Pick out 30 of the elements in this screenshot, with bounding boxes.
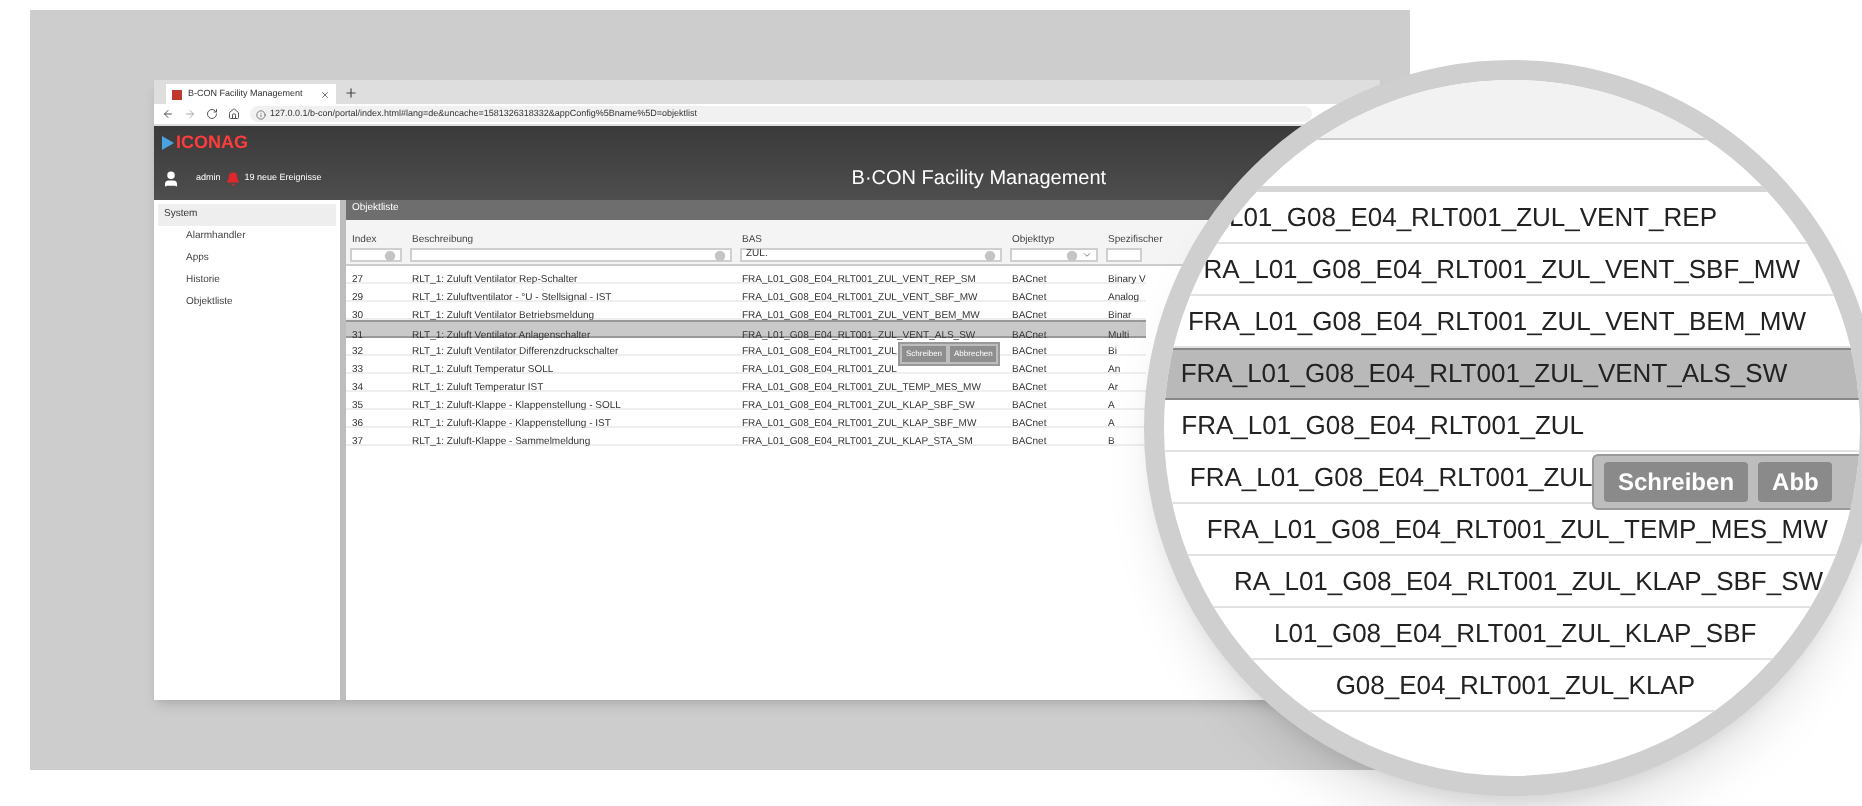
filter-field[interactable] bbox=[1106, 248, 1142, 262]
magnified-text: FRA_L01_G08_E04_RLT001_ZUL_VENT_ALS_SW bbox=[1180, 356, 1788, 393]
reload-icon[interactable] bbox=[206, 108, 218, 120]
app-title: B·CON Facility Management bbox=[851, 166, 1107, 194]
filter-dropdown[interactable] bbox=[1010, 248, 1098, 262]
new-tab-icon[interactable] bbox=[344, 86, 358, 100]
magnified-text: FRA_L01_G08_E04_RLT001_ZUL bbox=[1181, 407, 1585, 444]
favicon-icon bbox=[172, 89, 182, 99]
chevron-down-icon bbox=[1082, 250, 1092, 260]
back-icon[interactable] bbox=[162, 108, 174, 120]
logo-icon bbox=[162, 135, 174, 149]
info-icon bbox=[256, 109, 266, 119]
filter-field[interactable] bbox=[350, 248, 402, 262]
magnified-text: G08_E04_RLT001_ZUL_KLAP bbox=[1335, 667, 1696, 704]
magnified-text: L01_G08_E04_RLT001_ZUL_KLAP_SBF bbox=[1274, 615, 1757, 652]
magnified-text: FRA_L01_G08_E04_RLT001_ZUL_VENT_BEM_MW bbox=[1187, 303, 1806, 340]
clear-icon[interactable] bbox=[714, 249, 726, 261]
user-icon bbox=[162, 170, 180, 188]
magnified-text: FRA_L01_G08_E04_RLT001_ZUL_TEMP_MES_MW bbox=[1206, 511, 1828, 548]
filter-field[interactable] bbox=[410, 248, 732, 262]
magnified-text: RA_L01_G08_E04_RLT001_ZUL_KLAP_SBF_SW bbox=[1233, 563, 1824, 600]
clear-icon[interactable] bbox=[984, 249, 996, 261]
clear-icon[interactable] bbox=[1066, 249, 1078, 261]
clear-icon[interactable] bbox=[384, 249, 396, 261]
logo: ICONAG bbox=[176, 133, 248, 151]
magnified-text: RA_L01_G08_E04_RLT001_ZUL_VENT_SBF_MW bbox=[1203, 251, 1800, 288]
home-icon[interactable] bbox=[228, 108, 240, 120]
magnified-text: FRA_L01_G08_E04_RLT001_ZUL bbox=[1189, 459, 1593, 496]
forward-icon[interactable] bbox=[184, 108, 196, 120]
bell-icon[interactable] bbox=[226, 172, 241, 186]
